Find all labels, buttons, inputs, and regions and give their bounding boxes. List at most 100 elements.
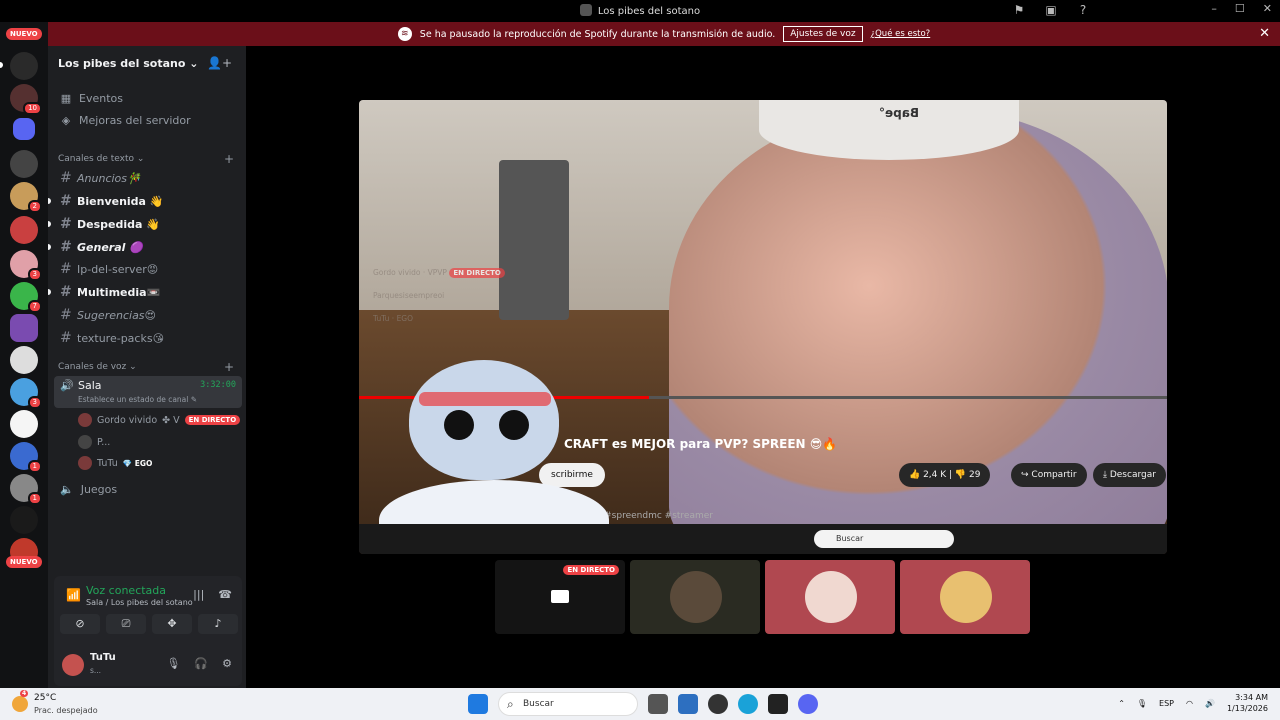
channel-texture-packs[interactable]: # texture-packs😘 <box>60 330 164 346</box>
what-is-this-link[interactable]: ¿Qué es esto? <box>871 29 931 39</box>
like-button[interactable]: 👍 2,4 K | 👎 29 <box>899 463 991 487</box>
headphones-icon[interactable]: 🎧 <box>194 657 208 670</box>
language-indicator[interactable]: ESP <box>1159 699 1174 708</box>
close-notice-icon[interactable]: ✕ <box>1259 26 1270 41</box>
avatar <box>78 413 92 427</box>
soundboard-button[interactable]: ♪ <box>198 614 238 634</box>
add-voice-channel-icon[interactable]: + <box>224 360 234 374</box>
voice-connected-title[interactable]: Voz conectada <box>86 584 166 597</box>
gear-icon[interactable]: ⚙ <box>222 657 232 670</box>
main-stream[interactable]: Bape° Gordo vivido · VPVP EN DIRECTO Par… <box>359 100 1167 554</box>
participant-tile[interactable] <box>765 560 895 634</box>
channel-anuncios[interactable]: # Anuncios🎋 <box>60 170 141 186</box>
maximize-button[interactable]: ☐ <box>1235 2 1245 15</box>
stream-search-box: Buscar <box>814 530 954 548</box>
username[interactable]: TuTu <box>90 652 116 663</box>
voice-channel-juegos[interactable]: 🔈 Juegos <box>60 483 117 496</box>
close-button[interactable]: ✕ <box>1263 2 1272 15</box>
weather-description: Prac. despejado <box>34 706 98 715</box>
server-icon[interactable] <box>10 150 38 178</box>
voice-user[interactable]: Gordo vivido ✤ V EN DIRECTO <box>78 413 241 427</box>
volume-icon[interactable]: 🔊 <box>1205 699 1215 708</box>
channel-multimedia[interactable]: # Multimedia📼 <box>60 284 160 300</box>
flag-icon[interactable]: ⚑ <box>1012 3 1026 17</box>
voice-settings-button[interactable]: Ajustes de voz <box>783 26 863 42</box>
server-icon[interactable]: 7 <box>10 282 42 313</box>
voice-user[interactable]: TuTu 💎 EGO <box>78 456 152 470</box>
taskbar-search[interactable]: Buscar <box>498 692 638 716</box>
channel-sugerencias[interactable]: # Sugerencias😍 <box>60 307 156 323</box>
live-badge: EN DIRECTO <box>563 565 619 575</box>
server-icon[interactable] <box>10 410 38 438</box>
server-icon[interactable] <box>10 314 38 342</box>
server-icon[interactable]: 3 <box>10 378 42 409</box>
noise-suppression-icon[interactable]: ||| <box>193 588 204 601</box>
window-controls: – ☐ ✕ <box>1211 2 1272 15</box>
server-icon[interactable] <box>10 52 38 80</box>
title-bar: Los pibes del sotano ⚑ ▣ ? – ☐ ✕ <box>0 0 1280 22</box>
overlay-user: Parquesiseempreoi <box>373 291 445 300</box>
activities-button[interactable]: ✥ <box>152 614 192 634</box>
camera-off-button[interactable]: ⊘ <box>60 614 100 634</box>
unread-indicator <box>48 198 51 204</box>
microphone-icon[interactable]: 🎙 <box>1137 699 1147 708</box>
channel-ip-del-server[interactable]: # Ip-del-server😡 <box>60 261 158 277</box>
chevron-up-icon[interactable]: ⌃ <box>1118 699 1125 708</box>
user-panel: TuTu s... 🎙 🎧 ⚙ <box>54 646 242 686</box>
windows-start-icon[interactable] <box>468 694 488 714</box>
app-icon[interactable] <box>768 694 788 714</box>
avatar <box>78 456 92 470</box>
mention-badge: 2 <box>27 200 42 213</box>
channel-general[interactable]: # General 🟣 <box>60 239 143 255</box>
text-channels-category[interactable]: Canales de texto ⌄ <box>58 154 144 164</box>
server-icon[interactable]: 3 <box>10 250 42 281</box>
help-icon[interactable]: ? <box>1076 3 1090 17</box>
share-button[interactable]: ↪ Compartir <box>1011 463 1087 487</box>
server-icon[interactable]: 10 <box>10 84 42 115</box>
server-icon[interactable] <box>10 506 38 534</box>
store-icon[interactable] <box>678 694 698 714</box>
server-icon[interactable]: 1 <box>10 474 42 505</box>
voice-channel-sala[interactable]: 🔊 Sala 3:32:00 Establece un estado de ca… <box>54 376 242 408</box>
microphone-icon[interactable]: 🎙 <box>166 657 180 670</box>
user-status: s... <box>90 666 102 675</box>
server-name[interactable]: Los pibes del sotano ⌄ <box>58 57 198 70</box>
server-icon[interactable]: 2 <box>10 182 42 213</box>
download-button[interactable]: ⤓ Descargar <box>1093 463 1166 487</box>
voice-connected-subtitle[interactable]: Sala / Los pibes del sotano <box>86 598 193 607</box>
channel-bienvenida[interactable]: # Bienvenida 👋 <box>60 193 164 209</box>
participant-tile[interactable] <box>630 560 760 634</box>
share-screen-button[interactable]: ⎚ <box>106 614 146 634</box>
stream-taskbar: Buscar <box>359 524 1167 554</box>
participant-tile[interactable] <box>900 560 1030 634</box>
server-icon[interactable] <box>10 346 38 374</box>
voice-channels-category[interactable]: Canales de voz ⌄ <box>58 362 137 372</box>
events-item[interactable]: ▦ Eventos <box>60 92 123 105</box>
task-view-icon[interactable] <box>648 694 668 714</box>
channel-status[interactable]: Establece un estado de canal ✎ <box>78 395 197 404</box>
hash-icon: # <box>60 239 70 255</box>
minimize-button[interactable]: – <box>1211 2 1217 15</box>
inbox-icon[interactable]: ▣ <box>1044 3 1058 17</box>
server-boost-item[interactable]: ◈ Mejoras del servidor <box>60 114 191 127</box>
channel-despedida[interactable]: # Despedida 👋 <box>60 216 160 232</box>
disconnect-icon[interactable]: ☎ <box>218 588 232 601</box>
discord-icon[interactable] <box>798 694 818 714</box>
hash-icon: # <box>60 330 72 346</box>
speaker-icon: 🔈 <box>60 483 74 496</box>
new-badge: NUEVO <box>6 28 42 40</box>
voice-user[interactable]: P... <box>78 435 110 449</box>
hash-icon: # <box>60 261 72 277</box>
server-icon[interactable]: 1 <box>10 442 42 473</box>
server-icon[interactable] <box>10 216 38 244</box>
obs-icon[interactable] <box>708 694 728 714</box>
add-member-icon[interactable]: 👤+ <box>207 56 232 70</box>
activity-icon: ✤ V <box>162 414 180 426</box>
folder-icon[interactable] <box>13 118 35 140</box>
clock[interactable]: 3:34 AM 1/13/2026 <box>1227 692 1268 714</box>
stream-thumbnail[interactable]: EN DIRECTO <box>495 560 625 634</box>
avatar[interactable] <box>62 654 84 676</box>
edge-icon[interactable] <box>738 694 758 714</box>
wifi-icon[interactable]: ◠ <box>1186 699 1193 708</box>
add-channel-icon[interactable]: + <box>224 152 234 166</box>
